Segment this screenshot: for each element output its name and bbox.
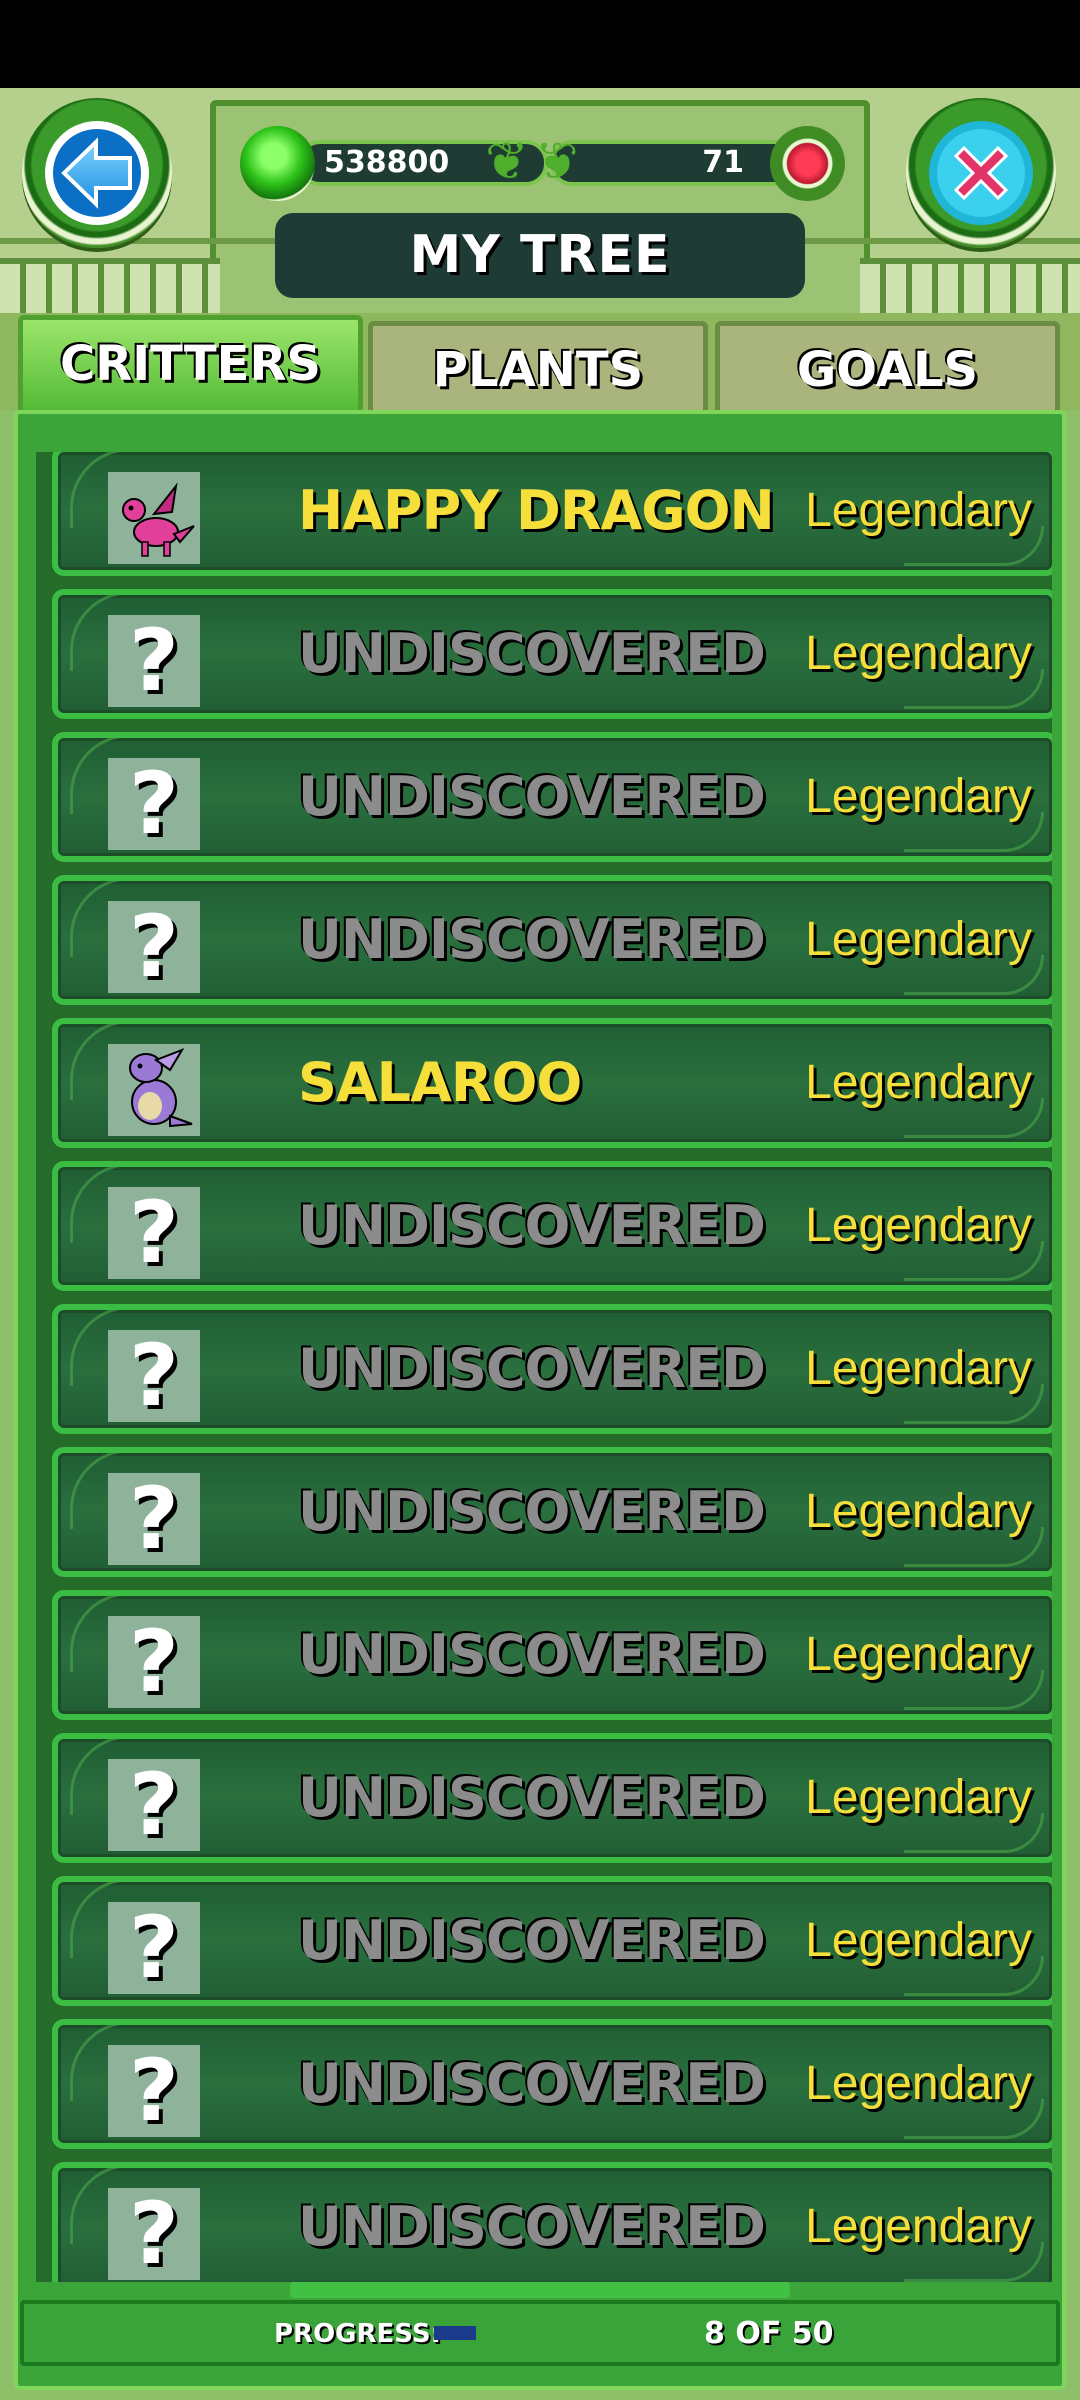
question-mark-icon: ?: [108, 615, 200, 707]
progress-label: PROGRESS:: [274, 2319, 441, 2349]
critter-rarity: Legendary: [805, 2200, 1032, 2253]
tab-critters[interactable]: CRITTERS: [18, 315, 363, 413]
fence-left: [0, 258, 220, 313]
tab-plants[interactable]: PLANTS: [368, 321, 708, 411]
critter-name: UNDISCOVERED: [298, 1909, 766, 1972]
critter-name: UNDISCOVERED: [298, 1337, 766, 1400]
critter-panel-frame: HAPPY DRAGON Legendary? UNDISCOVERED Legend…: [14, 410, 1066, 2390]
question-mark-icon: ?: [108, 1759, 200, 1851]
critter-name: UNDISCOVERED: [298, 2052, 766, 2115]
progress-bar: [434, 2326, 476, 2340]
close-button[interactable]: [906, 98, 1056, 248]
question-mark-icon: ?: [108, 1616, 200, 1708]
question-mark-icon: ?: [108, 1330, 200, 1422]
critter-rarity: Legendary: [805, 1914, 1032, 1967]
purple-salaroo-icon: [108, 1044, 200, 1136]
critter-name: UNDISCOVERED: [298, 765, 766, 828]
green-gem-icon: [240, 126, 315, 201]
critter-row[interactable]: ? UNDISCOVERED Legendary: [52, 1161, 1052, 1291]
question-mark-glyph: ?: [129, 2184, 179, 2282]
header: 538800 71 ❦ ❦ MY TREE: [0, 88, 1080, 313]
question-mark-glyph: ?: [129, 1469, 179, 1569]
critter-rarity: Legendary: [805, 1485, 1032, 1538]
back-arrow-icon: [45, 121, 149, 225]
critter-row[interactable]: ? UNDISCOVERED Legendary: [52, 875, 1052, 1005]
critter-name: UNDISCOVERED: [298, 1766, 766, 1829]
critter-name: UNDISCOVERED: [298, 622, 766, 685]
question-mark-icon: ?: [108, 2188, 200, 2280]
critter-rarity: Legendary: [805, 1056, 1032, 1109]
question-mark-glyph: ?: [129, 2041, 179, 2141]
question-mark-icon: ?: [108, 2045, 200, 2137]
critter-row[interactable]: ? UNDISCOVERED Legendary: [52, 1876, 1052, 2006]
critter-row[interactable]: ? UNDISCOVERED Legendary: [52, 1304, 1052, 1434]
critter-name: HAPPY DRAGON: [298, 479, 775, 542]
critter-name: UNDISCOVERED: [298, 908, 766, 971]
footer-accent: [290, 2282, 790, 2298]
currency-bar: 538800 71 ❦ ❦: [240, 126, 845, 201]
critter-row[interactable]: SALAROO Legendary: [52, 1018, 1052, 1148]
critter-row[interactable]: HAPPY DRAGON Legendary: [52, 452, 1052, 576]
pink-dragon-icon: [108, 472, 200, 564]
question-mark-glyph: ?: [129, 1183, 179, 1283]
close-icon: [929, 121, 1033, 225]
red-gem-icon[interactable]: [770, 126, 845, 201]
critter-name: UNDISCOVERED: [298, 1194, 766, 1257]
question-mark-glyph: ?: [129, 1612, 179, 1712]
fence-right: [860, 258, 1080, 313]
tab-goals[interactable]: GOALS: [715, 321, 1060, 411]
question-mark-glyph: ?: [129, 611, 179, 711]
tab-bar: CRITTERS PLANTS GOALS: [0, 313, 1080, 413]
question-mark-glyph: ?: [129, 1326, 179, 1426]
critter-row[interactable]: ? UNDISCOVERED Legendary: [52, 1447, 1052, 1577]
critter-name: UNDISCOVERED: [298, 1480, 766, 1543]
critter-panel: HAPPY DRAGON Legendary? UNDISCOVERED Legend…: [0, 410, 1080, 2400]
progress-footer: PROGRESS: 8 OF 50: [20, 2300, 1060, 2366]
page-title: MY TREE: [275, 213, 805, 298]
question-mark-glyph: ?: [129, 1898, 179, 1998]
critter-name: SALAROO: [298, 1051, 582, 1114]
status-bar: [0, 0, 1080, 88]
critter-row[interactable]: ? UNDISCOVERED Legendary: [52, 2162, 1052, 2282]
question-mark-glyph: ?: [129, 754, 179, 854]
critter-row[interactable]: ? UNDISCOVERED Legendary: [52, 732, 1052, 862]
question-mark-icon: ?: [108, 1187, 200, 1279]
critter-rarity: Legendary: [805, 1628, 1032, 1681]
question-mark-icon: ?: [108, 1473, 200, 1565]
progress-count: 8 OF 50: [704, 2316, 834, 2351]
critter-rarity: Legendary: [805, 627, 1032, 680]
critter-rarity: Legendary: [805, 484, 1032, 537]
critter-name: UNDISCOVERED: [298, 1623, 766, 1686]
leaf-icon: ❦: [535, 132, 579, 192]
question-mark-icon: ?: [108, 758, 200, 850]
critter-row[interactable]: ? UNDISCOVERED Legendary: [52, 2019, 1052, 2149]
question-mark-icon: ?: [108, 1902, 200, 1994]
critter-rarity: Legendary: [805, 770, 1032, 823]
critter-rarity: Legendary: [805, 1199, 1032, 1252]
critter-row[interactable]: ? UNDISCOVERED Legendary: [52, 589, 1052, 719]
critter-rarity: Legendary: [805, 1771, 1032, 1824]
critter-row[interactable]: ? UNDISCOVERED Legendary: [52, 1590, 1052, 1720]
question-mark-icon: ?: [108, 901, 200, 993]
critter-rarity: Legendary: [805, 2057, 1032, 2110]
critter-list[interactable]: HAPPY DRAGON Legendary? UNDISCOVERED Legend…: [36, 452, 1052, 2282]
critter-name: UNDISCOVERED: [298, 2195, 766, 2258]
back-button[interactable]: [22, 98, 172, 248]
critter-rarity: Legendary: [805, 913, 1032, 966]
critter-rarity: Legendary: [805, 1342, 1032, 1395]
question-mark-glyph: ?: [129, 1755, 179, 1855]
critter-row[interactable]: ? UNDISCOVERED Legendary: [52, 1733, 1052, 1863]
question-mark-glyph: ?: [129, 897, 179, 997]
leaf-icon: ❦: [485, 132, 529, 192]
